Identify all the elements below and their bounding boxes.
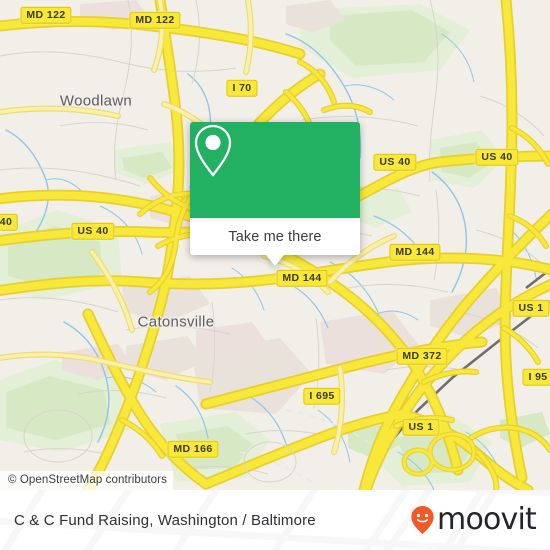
moovit-logo[interactable]: moovit: [409, 502, 537, 537]
popup-action-bar[interactable]: Take me there: [190, 218, 360, 266]
road-shield: MD 122: [20, 6, 72, 24]
map-canvas[interactable]: .water{stroke:#8ec7e8;fill:none;stroke-l…: [0, 0, 550, 490]
moovit-wordmark: moovit: [437, 502, 537, 537]
road-shield: 40: [0, 213, 19, 231]
moovit-pin-icon: [411, 505, 434, 535]
road-shield: I 695: [303, 387, 341, 405]
road-shield: MD 122: [129, 11, 181, 29]
road-shield: US 40: [475, 148, 519, 166]
popup-pointer-tail: [266, 255, 284, 266]
road-shield: MD 144: [276, 269, 328, 287]
moovit-map-page: .water{stroke:#8ec7e8;fill:none;stroke-l…: [0, 0, 550, 550]
road-shield: MD 372: [396, 347, 448, 365]
footer-bar: C & C Fund Raising, Washington / Baltimo…: [0, 490, 550, 550]
road-shield: US 40: [373, 153, 417, 171]
popup-header: [190, 122, 360, 218]
road-shield: US 1: [512, 299, 550, 317]
road-shield: MD 144: [389, 243, 441, 261]
place-label-woodlawn: Woodlawn: [59, 92, 133, 110]
page-title: C & C Fund Raising, Washington / Baltimo…: [14, 511, 316, 529]
map-pin-icon: [194, 124, 232, 177]
road-shield: MD 166: [167, 440, 219, 458]
osm-attribution[interactable]: © OpenStreetMap contributors: [0, 471, 173, 490]
location-popup-card[interactable]: Take me there: [190, 122, 360, 266]
take-me-there-label: Take me there: [228, 228, 322, 245]
road-shield: US 40: [71, 222, 115, 240]
road-shield: I 70: [226, 79, 258, 97]
place-label-catonsville: Catonsville: [137, 313, 215, 331]
road-shield: US 1: [402, 418, 440, 436]
road-shield: I 95: [522, 368, 550, 386]
